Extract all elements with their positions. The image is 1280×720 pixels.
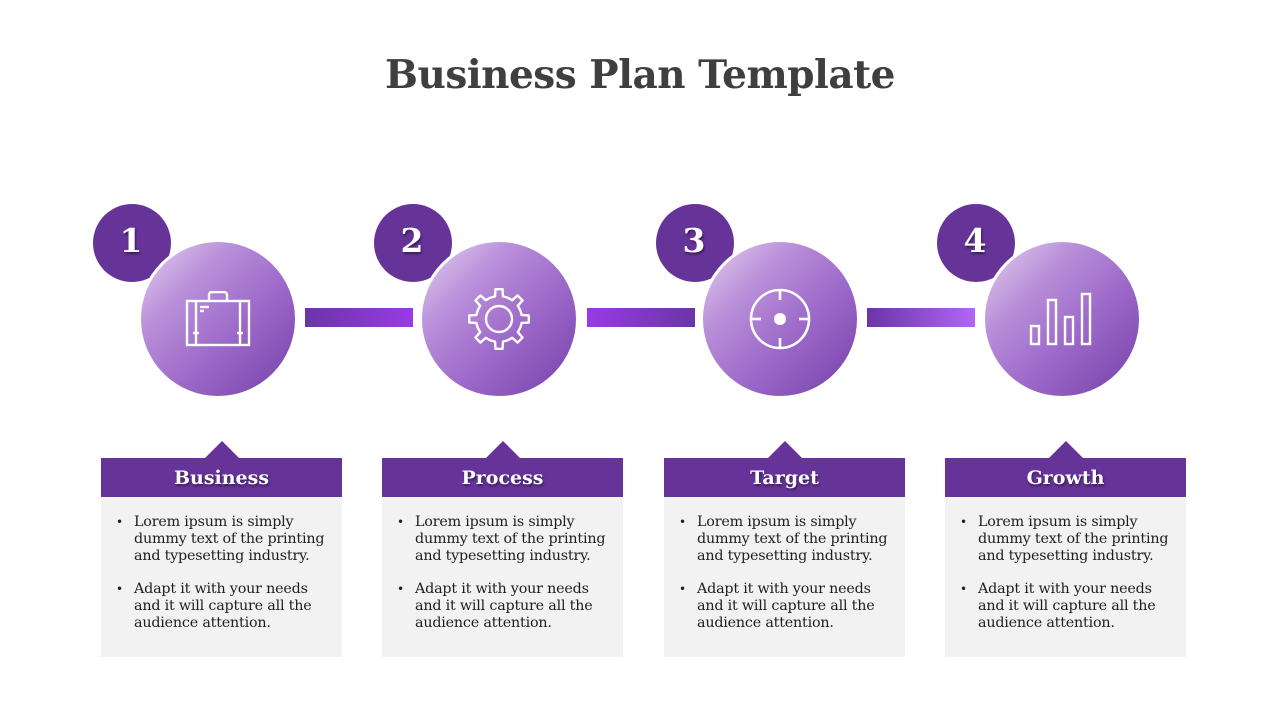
step-card: Target Lorem ipsum is simply dummy text … [664,441,905,658]
page-title: Business Plan Template [385,52,895,98]
step-icon-circle [700,239,860,399]
connector-1-2 [305,308,413,327]
bullet-item: Lorem ipsum is simply dummy text of the … [397,514,611,565]
bullet-item: Lorem ipsum is simply dummy text of the … [116,514,330,565]
bullet-item: Lorem ipsum is simply dummy text of the … [679,514,893,565]
card-pointer [768,441,802,458]
card-heading: Process [382,458,623,497]
bullet-list: Lorem ipsum is simply dummy text of the … [945,497,1186,632]
gear-icon [468,288,530,350]
step-icon-circle [138,239,298,399]
connector-2-3 [587,308,695,327]
bullet-item: Adapt it with your needs and it will cap… [397,581,611,632]
target-icon [749,288,811,350]
step-card: Growth Lorem ipsum is simply dummy text … [945,441,1186,658]
card-body: Lorem ipsum is simply dummy text of the … [382,497,623,657]
bullet-list: Lorem ipsum is simply dummy text of the … [101,497,342,632]
step-icon-circle [982,239,1142,399]
card-heading: Growth [945,458,1186,497]
bullet-item: Adapt it with your needs and it will cap… [679,581,893,632]
step-card: Process Lorem ipsum is simply dummy text… [382,441,623,658]
bullet-list: Lorem ipsum is simply dummy text of the … [382,497,623,632]
bullet-item: Lorem ipsum is simply dummy text of the … [960,514,1174,565]
card-body: Lorem ipsum is simply dummy text of the … [664,497,905,657]
card-heading: Business [101,458,342,497]
connector-3-4 [867,308,975,327]
card-body: Lorem ipsum is simply dummy text of the … [101,497,342,657]
step-card: Business Lorem ipsum is simply dummy tex… [101,441,342,658]
card-body: Lorem ipsum is simply dummy text of the … [945,497,1186,657]
bar-chart-icon [1029,292,1092,346]
bullet-item: Adapt it with your needs and it will cap… [116,581,330,632]
card-pointer [1049,441,1083,458]
briefcase-icon [185,291,251,347]
bullet-item: Adapt it with your needs and it will cap… [960,581,1174,632]
card-pointer [205,441,239,458]
step-icon-circle [419,239,579,399]
bullet-list: Lorem ipsum is simply dummy text of the … [664,497,905,632]
card-heading: Target [664,458,905,497]
card-pointer [486,441,520,458]
